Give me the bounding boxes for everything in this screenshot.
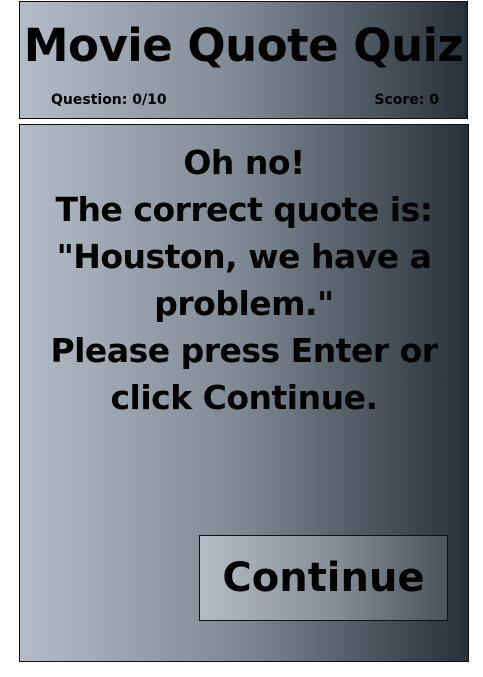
feedback-line: The correct quote is: [55,190,433,229]
feedback-line: Oh no! [183,143,305,182]
quiz-header: Movie Quote Quiz Question: 0/10 Score: 0 [19,1,468,119]
quiz-title: Movie Quote Quiz [23,19,464,72]
question-counter: Question: 0/10 [51,92,167,108]
feedback-message: Oh no! The correct quote is: "Houston, w… [26,139,462,421]
feedback-line: "Houston, we have a [56,237,432,276]
feedback-line: problem." [154,284,334,323]
score-display: Score: 0 [374,92,439,108]
feedback-panel: Oh no! The correct quote is: "Houston, w… [19,124,469,662]
feedback-line: click Continue. [110,378,378,417]
feedback-line: Please press Enter or [50,331,438,370]
continue-button[interactable]: Continue [199,535,448,621]
